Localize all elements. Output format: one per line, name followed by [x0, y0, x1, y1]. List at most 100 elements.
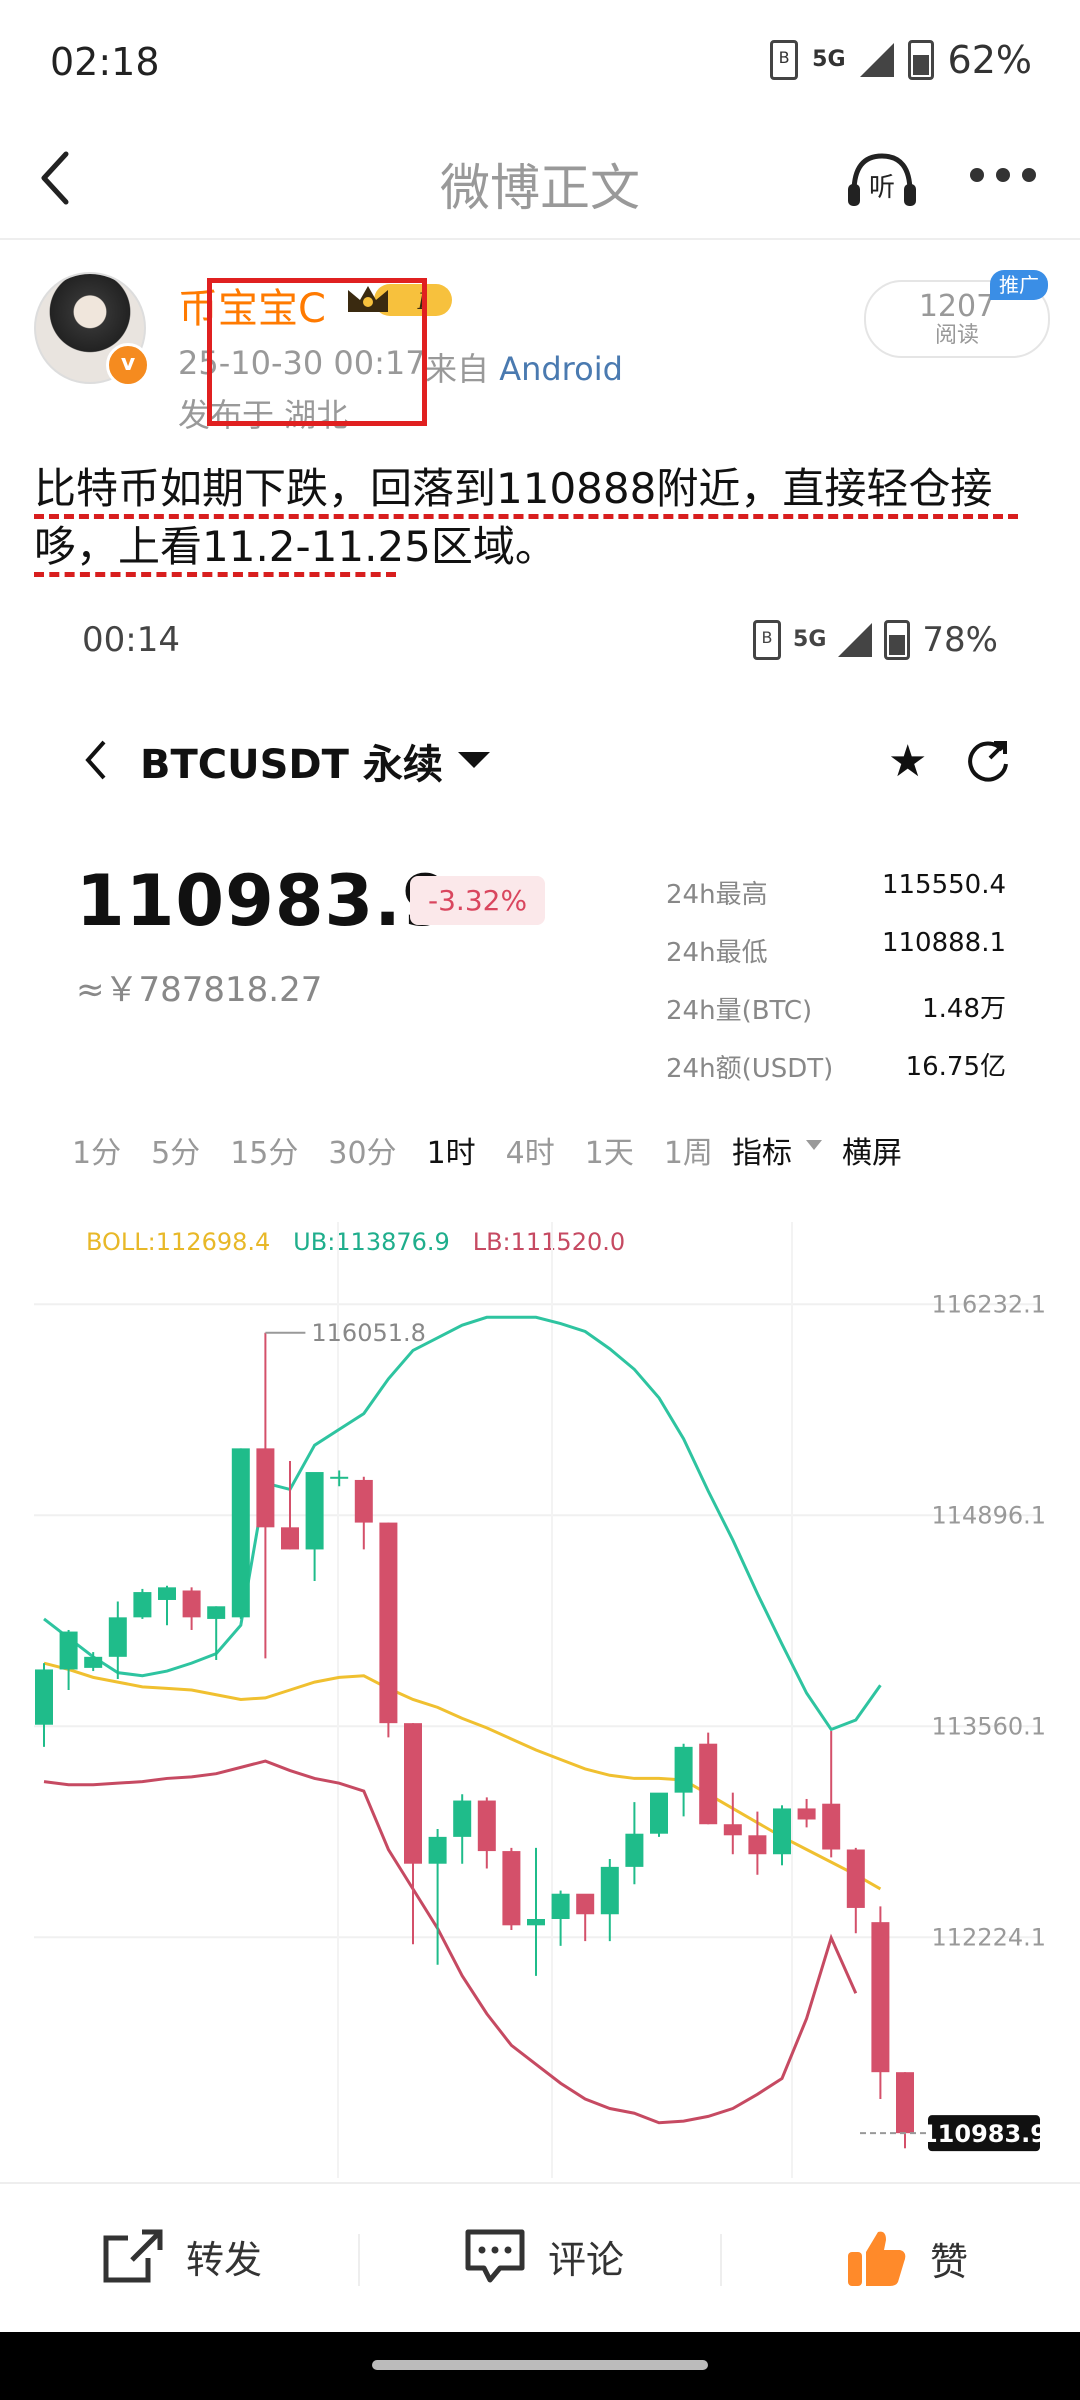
tab-15m[interactable]: 15分: [230, 1128, 298, 1172]
candle-body: [650, 1792, 668, 1834]
like-button[interactable]: 赞: [846, 2228, 968, 2288]
cny-price: ≈￥787818.27: [76, 970, 323, 1010]
candle-body: [477, 1800, 496, 1852]
signal-icon: [838, 623, 873, 657]
stat-value: 110888.1: [881, 928, 1006, 958]
candle-body: [256, 1448, 275, 1528]
candle: [600, 1858, 619, 1942]
last-price: 110983.9: [76, 860, 452, 942]
symbol-dropdown-icon[interactable]: [458, 752, 490, 768]
candle-body: [674, 1746, 693, 1793]
candle: [84, 1652, 103, 1672]
battery-icon: [884, 620, 911, 660]
symbol-title[interactable]: BTCUSDT 永续: [140, 732, 443, 790]
indicator-menu[interactable]: 指标: [732, 1128, 792, 1172]
tab-30m[interactable]: 30分: [328, 1128, 396, 1172]
tab-1m[interactable]: 1分: [72, 1128, 121, 1172]
period-tabs: 1分 5分 15分 30分 1时 4时 1天 1周: [72, 1128, 743, 1172]
stat-label: 24h量(BTC): [666, 996, 813, 1026]
y-tick-label: 114896.1: [931, 1501, 1046, 1529]
candle: [896, 2072, 914, 2149]
embedded-status-icons: B 5G 78%: [753, 620, 998, 660]
high-annotation-label: 116051.8: [311, 1319, 426, 1347]
boll-upper-line: [43, 1315, 882, 1732]
candle: [674, 1743, 693, 1817]
tab-4h[interactable]: 4时: [506, 1128, 555, 1172]
comment-label: 评论: [548, 2237, 625, 2282]
tab-1w[interactable]: 1周: [664, 1128, 713, 1172]
candle-body: [428, 1836, 447, 1864]
candle: [453, 1794, 472, 1864]
y-tick-label: 116232.1: [931, 1290, 1046, 1318]
candle-body: [133, 1592, 152, 1618]
price-change-badge: -3.32%: [410, 876, 546, 925]
candle: [354, 1476, 373, 1550]
landscape-button[interactable]: 横屏: [842, 1128, 902, 1172]
candle-body: [108, 1617, 127, 1657]
stat-value: 1.48万: [922, 994, 1006, 1024]
signal-icon: [859, 43, 894, 77]
last-price-label: 110983.9: [921, 2120, 1047, 2148]
status-icons: B 5G 62%: [770, 38, 1032, 82]
stat-value: 16.75亿: [905, 1052, 1006, 1082]
home-gesture-pill[interactable]: [372, 2360, 708, 2370]
candle: [256, 1332, 275, 1659]
candle-body: [896, 2072, 914, 2134]
stat-label: 24h额(USDT): [666, 1054, 834, 1084]
candle-body: [822, 1803, 841, 1850]
comment-button[interactable]: 评论: [464, 2228, 624, 2284]
candle: [477, 1797, 496, 1869]
boll-lower-line: [43, 1759, 858, 2125]
stat-label: 24h最低: [666, 938, 768, 968]
network-5g-icon: 5G: [812, 47, 846, 72]
post-source: 来自 Android: [425, 350, 623, 388]
share-icon[interactable]: [966, 738, 1010, 782]
candle-body: [502, 1851, 521, 1926]
candle: [305, 1472, 324, 1582]
bottom-divider: [0, 2182, 1080, 2184]
candle-body: [354, 1479, 373, 1523]
like-label: 赞: [930, 2239, 969, 2284]
listen-headphones-icon[interactable]: 听: [846, 150, 918, 210]
repost-button[interactable]: 转发: [102, 2228, 262, 2284]
candle: [158, 1585, 176, 1626]
candle-body: [773, 1808, 791, 1855]
repost-icon: [103, 2229, 163, 2283]
stat-value: 115550.4: [881, 870, 1006, 900]
candle-body: [330, 1476, 349, 1479]
candle-body: [846, 1849, 865, 1908]
favorite-star-icon[interactable]: ★: [888, 736, 927, 787]
candle: [182, 1587, 201, 1630]
candle-body: [625, 1833, 644, 1867]
candle: [59, 1629, 78, 1690]
candle-body: [600, 1866, 619, 1915]
stat-label: 24h最高: [666, 880, 768, 910]
tab-1h[interactable]: 1时: [427, 1128, 476, 1172]
candle: [527, 1847, 545, 1976]
candle-body: [723, 1824, 742, 1836]
page-title: 微博正文: [440, 159, 640, 217]
candle-body: [158, 1587, 176, 1600]
promo-badge[interactable]: 推广: [990, 270, 1048, 300]
candle: [404, 1723, 422, 1945]
more-icon[interactable]: [970, 168, 1036, 182]
sim-icon: B: [753, 620, 782, 660]
candlestick-chart[interactable]: 116232.1 114896.1 113560.1 112224.1 116051.8…: [0, 1200, 1080, 2180]
candle: [748, 1811, 767, 1875]
candle-body: [84, 1656, 103, 1668]
candle-body: [797, 1808, 816, 1820]
tab-1d[interactable]: 1天: [585, 1128, 634, 1172]
underline-annotation: [34, 572, 396, 577]
candle: [133, 1588, 152, 1619]
indicator-dropdown-icon[interactable]: [806, 1140, 822, 1150]
action-separator: [358, 2234, 360, 2286]
y-tick-label: 112224.1: [931, 1923, 1046, 1951]
candle-body: [182, 1590, 201, 1618]
battery-percent: 78%: [922, 620, 998, 660]
candle-body: [453, 1800, 472, 1837]
candle: [281, 1460, 299, 1550]
tab-5m[interactable]: 5分: [151, 1128, 200, 1172]
candle: [502, 1847, 521, 1931]
embedded-back-icon[interactable]: [82, 738, 112, 782]
candle-body: [281, 1527, 299, 1550]
